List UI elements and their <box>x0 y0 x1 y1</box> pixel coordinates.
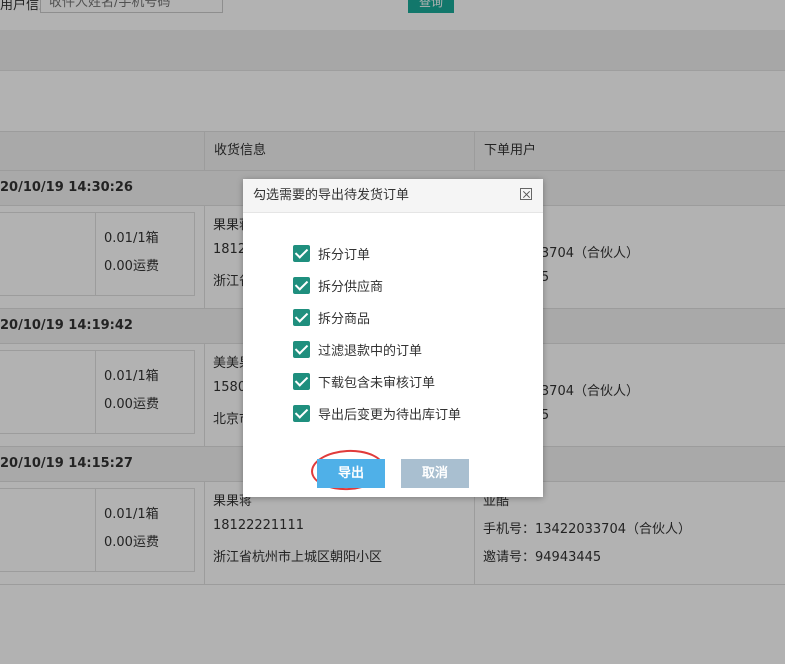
option-split-supplier[interactable]: 拆分供应商 <box>293 276 384 295</box>
checkbox-checked-icon[interactable] <box>293 372 310 390</box>
option-split-order[interactable]: 拆分订单 <box>293 244 371 263</box>
option-include-unreviewed[interactable]: 下载包含未审核订单 <box>293 372 436 391</box>
dialog-title: 勾选需要的导出待发货订单 <box>243 179 543 213</box>
checkbox-checked-icon[interactable] <box>293 308 310 326</box>
option-change-status[interactable]: 导出后变更为待出库订单 <box>293 404 462 423</box>
checkbox-checked-icon[interactable] <box>293 276 310 294</box>
option-label: 拆分商品 <box>318 311 371 327</box>
cancel-button[interactable]: 取消 <box>401 459 469 488</box>
option-split-product[interactable]: 拆分商品 <box>293 308 371 327</box>
option-label: 过滤退款中的订单 <box>318 343 423 359</box>
option-label: 拆分订单 <box>318 247 371 263</box>
close-icon[interactable] <box>520 188 532 200</box>
option-label: 拆分供应商 <box>318 279 384 295</box>
option-filter-refund[interactable]: 过滤退款中的订单 <box>293 340 423 359</box>
export-button[interactable]: 导出 <box>317 459 385 488</box>
option-label: 导出后变更为待出库订单 <box>318 407 462 423</box>
checkbox-checked-icon[interactable] <box>293 340 310 358</box>
export-dialog: 勾选需要的导出待发货订单 拆分订单 拆分供应商 拆分商品 过滤退款中的订单 下载… <box>243 179 543 497</box>
order-page: 用户信息 查询 收货信息 下单用户 20/10/19 14:30:26 0.01… <box>0 0 785 664</box>
checkbox-checked-icon[interactable] <box>293 244 310 262</box>
checkbox-checked-icon[interactable] <box>293 404 310 422</box>
option-label: 下载包含未审核订单 <box>318 375 436 391</box>
